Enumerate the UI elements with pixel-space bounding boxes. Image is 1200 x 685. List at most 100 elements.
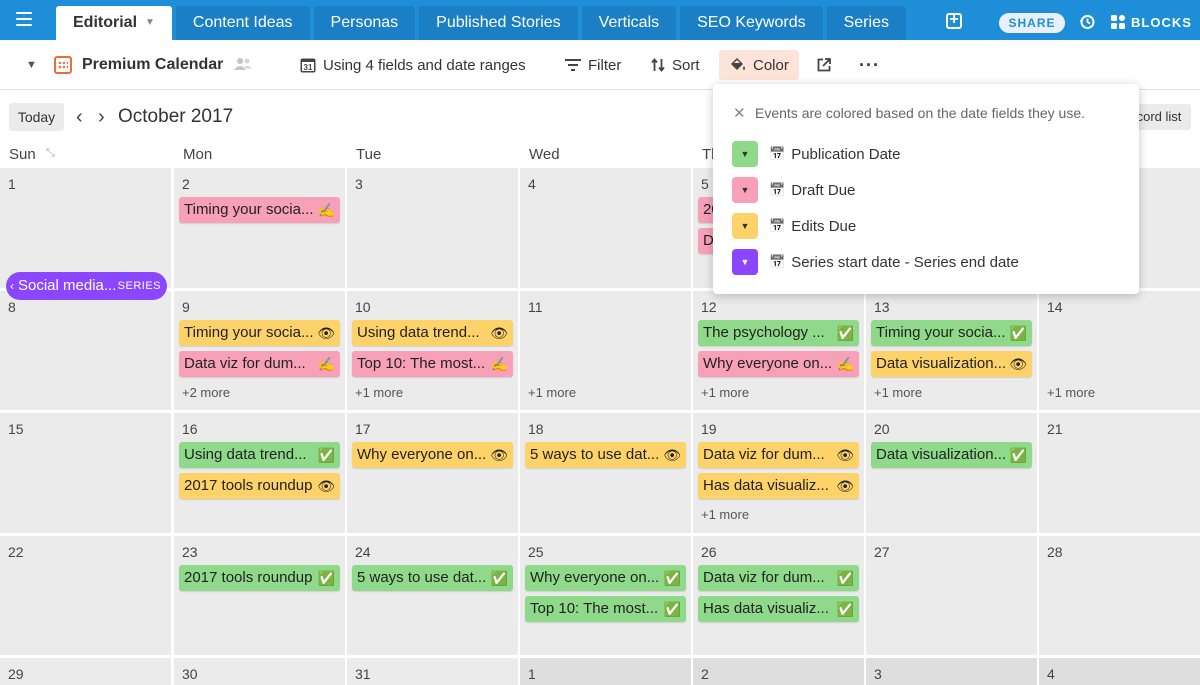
day-cell[interactable]: 1: [0, 168, 171, 288]
day-cell[interactable]: 13 Timing your socia... ✅ Data visualizatio…: [866, 291, 1037, 410]
tab-verticals[interactable]: Verticals: [581, 6, 677, 40]
more-events-link[interactable]: +1 more: [528, 385, 576, 400]
close-popover-icon[interactable]: ✕: [733, 104, 746, 122]
calendar-event[interactable]: Has data visualiz... 👁: [698, 473, 859, 499]
hamburger-menu-icon[interactable]: [16, 12, 32, 28]
calendar-event[interactable]: Top 10: The most... ✅: [525, 596, 686, 622]
day-cell[interactable]: 3: [347, 168, 518, 288]
day-cell[interactable]: 29: [0, 658, 171, 685]
day-cell[interactable]: 4: [520, 168, 691, 288]
day-cell[interactable]: 2: [693, 658, 864, 685]
calendar-event[interactable]: Data viz for dum... ✍: [179, 351, 340, 377]
more-events-link[interactable]: +2 more: [182, 385, 230, 400]
tab-personas[interactable]: Personas: [313, 6, 416, 40]
calendar-event[interactable]: 2017 tools roundup ✅: [179, 565, 340, 591]
calendar-event[interactable]: Data visualization... ✅: [871, 442, 1032, 468]
day-cell[interactable]: 15: [0, 413, 171, 533]
day-cell[interactable]: 20 Data visualization... ✅: [866, 413, 1037, 533]
day-cell[interactable]: 11 +1 more: [520, 291, 691, 410]
day-cell[interactable]: 24 5 ways to use dat... ✅: [347, 536, 518, 655]
day-cell[interactable]: 14 +1 more: [1039, 291, 1200, 410]
calendar-event[interactable]: Why everyone on... ✍: [698, 351, 859, 377]
series-event-bar[interactable]: ‹ Social media... SERIES: [6, 272, 167, 300]
day-cell[interactable]: 28: [1039, 536, 1200, 655]
more-events-link[interactable]: +1 more: [874, 385, 922, 400]
day-cell[interactable]: 16 Using data trend... ✅ 2017 tools roundup…: [174, 413, 345, 533]
calendar-event[interactable]: Why everyone on... 👁: [352, 442, 513, 468]
day-cell[interactable]: 3: [866, 658, 1037, 685]
day-cell[interactable]: 27: [866, 536, 1037, 655]
day-cell[interactable]: 4: [1039, 658, 1200, 685]
view-switcher-caret-icon[interactable]: ▼: [26, 40, 37, 90]
calendar-event[interactable]: Using data trend... ✅: [179, 442, 340, 468]
calendar-event[interactable]: 2017 tools roundup 👁: [179, 473, 340, 499]
color-swatch-dropdown[interactable]: ▼: [732, 177, 758, 203]
calendar-event[interactable]: Using data trend... 👁: [352, 320, 513, 346]
calendar-event[interactable]: Why everyone on... ✅: [525, 565, 686, 591]
day-cell[interactable]: 2 Timing your socia... ✍: [174, 168, 345, 288]
day-number: 2: [182, 176, 190, 192]
calendar-event[interactable]: Timing your socia... ✅: [871, 320, 1032, 346]
day-cell[interactable]: 18 5 ways to use dat... 👁: [520, 413, 691, 533]
day-cell[interactable]: 22: [0, 536, 171, 655]
day-cell[interactable]: 30: [174, 658, 345, 685]
day-cell[interactable]: 26 Data viz for dum... ✅ Has data visualiz.…: [693, 536, 864, 655]
share-button[interactable]: SHARE: [999, 13, 1065, 33]
tab-seo-keywords[interactable]: SEO Keywords: [680, 6, 823, 40]
calendar-event[interactable]: Timing your socia... ✍: [179, 197, 340, 223]
color-swatch-dropdown[interactable]: ▼: [732, 213, 758, 239]
more-events-link[interactable]: +1 more: [1047, 385, 1095, 400]
day-cell[interactable]: 31: [347, 658, 518, 685]
tab-published-stories[interactable]: Published Stories: [419, 6, 578, 40]
event-status-icon: ✅: [836, 325, 854, 341]
more-options-icon[interactable]: ···: [859, 40, 880, 90]
sort-button[interactable]: Sort: [651, 40, 700, 90]
color-legend-item[interactable]: ▼ 📅 Publication Date: [732, 141, 900, 167]
view-name-button[interactable]: Premium Calendar: [54, 40, 253, 90]
calendar-event[interactable]: 5 ways to use dat... 👁: [525, 442, 686, 468]
day-cell[interactable]: 25 Why everyone on... ✅ Top 10: The most...…: [520, 536, 691, 655]
calendar-event[interactable]: 5 ways to use dat... ✅: [352, 565, 513, 591]
tab-series[interactable]: Series: [826, 6, 906, 40]
day-cell[interactable]: 10 Using data trend... 👁 Top 10: The most..…: [347, 291, 518, 410]
collapse-weekends-icon[interactable]: ⤡: [46, 147, 55, 160]
color-legend-item[interactable]: ▼ 📅 Series start date - Series end date: [732, 249, 1019, 275]
tab-dropdown-caret-icon[interactable]: ▼: [145, 6, 155, 40]
more-events-link[interactable]: +1 more: [701, 507, 749, 522]
calendar-event[interactable]: Data viz for dum... 👁: [698, 442, 859, 468]
day-cell[interactable]: 1: [520, 658, 691, 685]
color-swatch-dropdown[interactable]: ▼: [732, 141, 758, 167]
calendar-event[interactable]: The psychology ... ✅: [698, 320, 859, 346]
calendar-event[interactable]: Top 10: The most... ✍: [352, 351, 513, 377]
today-button[interactable]: Today: [9, 103, 64, 131]
more-events-link[interactable]: +1 more: [701, 385, 749, 400]
add-table-icon[interactable]: +: [946, 12, 962, 29]
blocks-icon: [1111, 15, 1125, 29]
color-button[interactable]: Color: [719, 50, 799, 80]
color-legend-item[interactable]: ▼ 📅 Edits Due: [732, 213, 856, 239]
color-legend-item[interactable]: ▼ 📅 Draft Due: [732, 177, 855, 203]
calendar-event[interactable]: Data visualization... 👁: [871, 351, 1032, 377]
day-cell[interactable]: 19 Data viz for dum... 👁 Has data visualiz.…: [693, 413, 864, 533]
blocks-button[interactable]: BLOCKS: [1110, 14, 1192, 30]
expand-view-button[interactable]: [816, 40, 832, 90]
next-month-icon[interactable]: ›: [98, 106, 105, 129]
day-cell[interactable]: 21: [1039, 413, 1200, 533]
date-fields-button[interactable]: 31 Using 4 fields and date ranges: [300, 40, 526, 90]
tab-editorial[interactable]: Editorial ▼: [56, 6, 172, 40]
day-cell[interactable]: 8: [0, 291, 171, 410]
day-cell[interactable]: 17 Why everyone on... 👁: [347, 413, 518, 533]
filter-button[interactable]: Filter: [565, 40, 621, 90]
day-cell[interactable]: 12 The psychology ... ✅ Why everyone on... ✍…: [693, 291, 864, 410]
day-cell[interactable]: 23 2017 tools roundup ✅: [174, 536, 345, 655]
tab-content-ideas[interactable]: Content Ideas: [175, 6, 310, 40]
day-number: 1: [8, 176, 16, 192]
day-cell[interactable]: 9 Timing your socia... 👁 Data viz for dum..…: [174, 291, 345, 410]
more-events-link[interactable]: +1 more: [355, 385, 403, 400]
previous-month-icon[interactable]: ‹: [76, 106, 83, 129]
history-icon[interactable]: [1079, 14, 1095, 30]
calendar-event[interactable]: Data viz for dum... ✅: [698, 565, 859, 591]
calendar-event[interactable]: Timing your socia... 👁: [179, 320, 340, 346]
color-swatch-dropdown[interactable]: ▼: [732, 249, 758, 275]
calendar-event[interactable]: Has data visualiz... ✅: [698, 596, 859, 622]
